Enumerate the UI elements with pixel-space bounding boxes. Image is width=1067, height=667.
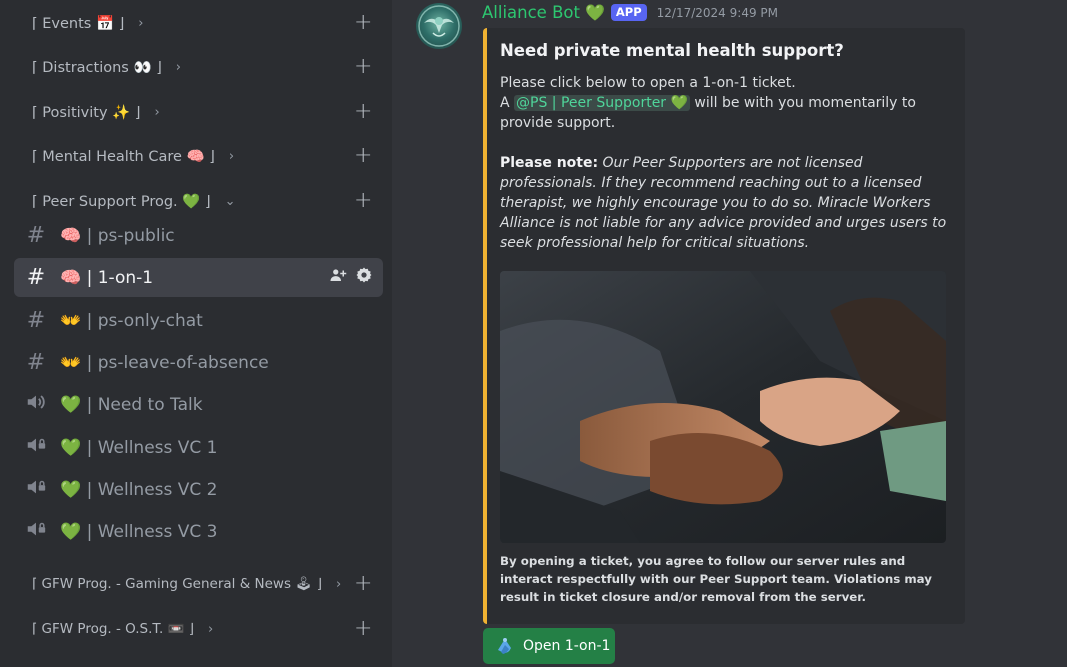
category-peer-support[interactable]: ⌈ Peer Support Prog. 💚 ⌋ ⌄ +: [0, 186, 392, 216]
category-mental-health-care[interactable]: ⌈ Mental Health Care 🧠 ⌋ › +: [0, 141, 392, 171]
channel-label: 💚 | Wellness VC 3: [60, 521, 218, 542]
note-label: Please note:: [500, 155, 599, 171]
channel-1-on-1[interactable]: # 🧠 | 1-on-1: [14, 258, 383, 297]
message-pane: Alliance Bot 💚 APP 12/17/2024 9:49 PM Ne…: [392, 0, 1067, 667]
category-label: ⌈ Mental Health Care 🧠 ⌋: [32, 148, 215, 165]
app-badge: APP: [610, 4, 647, 21]
hash-icon: #: [26, 265, 46, 290]
button-label: Open 1-on-1: [523, 638, 611, 654]
embed-description: Please click below to open a 1-on-1 tick…: [500, 73, 950, 273]
channel-ps-leave-of-absence[interactable]: # 👐 | ps-leave-of-absence: [14, 343, 383, 382]
chevron-right-icon: ›: [154, 104, 160, 120]
category-distractions[interactable]: ⌈ Distractions 👀 ⌋ › +: [0, 52, 392, 82]
category-positivity[interactable]: ⌈ Positivity ✨ ⌋ › +: [0, 97, 392, 127]
gear-icon[interactable]: [355, 266, 373, 289]
category-gfw-gaming[interactable]: ⌈ GFW Prog. - Gaming General & News 🕹 ⌋ ›…: [0, 569, 392, 599]
chevron-down-icon: ⌄: [224, 193, 236, 209]
chevron-right-icon: ›: [336, 576, 342, 592]
channel-ps-public[interactable]: # 🧠 | ps-public: [14, 216, 383, 255]
add-channel-button[interactable]: +: [354, 101, 372, 123]
embed-title: Need private mental health support?: [500, 41, 844, 60]
green-heart-icon: 💚: [584, 3, 605, 22]
embed-footer: By opening a ticket, you agree to follow…: [500, 554, 932, 604]
embed-line2-prefix: A: [500, 95, 515, 111]
channel-sidebar: ⌈ Events 📅 ⌋ › + ⌈ Distractions 👀 ⌋ › + ⌈ …: [0, 0, 392, 667]
channel-label: 💚 | Need to Talk: [60, 394, 203, 415]
message-timestamp: 12/17/2024 9:49 PM: [656, 5, 778, 20]
chevron-right-icon: ›: [138, 15, 144, 31]
bot-avatar[interactable]: [416, 3, 462, 49]
hash-locked-icon: #: [26, 308, 46, 333]
channel-wellness-vc-1[interactable]: 💚 | Wellness VC 1: [14, 428, 383, 467]
role-mention[interactable]: @PS | Peer Supporter 💚: [514, 95, 690, 111]
add-channel-button[interactable]: +: [354, 573, 372, 595]
chevron-right-icon: ›: [207, 621, 214, 637]
speaker-locked-icon: [24, 434, 48, 462]
ticket-hands-icon: [495, 636, 515, 656]
speaker-icon: [24, 391, 48, 419]
chevron-right-icon: ›: [228, 148, 235, 164]
category-label: ⌈ Distractions 👀 ⌋: [32, 59, 162, 76]
add-member-icon[interactable]: [329, 266, 347, 289]
author-name[interactable]: Alliance Bot: [482, 3, 580, 22]
category-gfw-ost[interactable]: ⌈ GFW Prog. - O.S.T. 📼 ⌋ › +: [0, 614, 392, 644]
add-channel-button[interactable]: +: [354, 145, 372, 167]
channel-label: 💚 | Wellness VC 2: [60, 479, 218, 500]
add-channel-button[interactable]: +: [354, 12, 372, 34]
category-label: ⌈ Peer Support Prog. 💚 ⌋: [32, 193, 211, 210]
chevron-right-icon: ›: [175, 59, 181, 75]
channel-label: 👐 | ps-leave-of-absence: [60, 352, 269, 373]
category-label: ⌈ Events 📅 ⌋: [32, 15, 125, 32]
category-events[interactable]: ⌈ Events 📅 ⌋ › +: [0, 8, 392, 38]
hash-locked-icon: #: [26, 350, 46, 375]
category-label: ⌈ Positivity ✨ ⌋: [32, 104, 141, 121]
message-header: Alliance Bot 💚 APP 12/17/2024 9:49 PM: [482, 3, 778, 22]
add-channel-button[interactable]: +: [354, 618, 372, 640]
channel-wellness-vc-3[interactable]: 💚 | Wellness VC 3: [14, 512, 383, 551]
channel-need-to-talk[interactable]: 💚 | Need to Talk: [14, 385, 383, 424]
category-label: ⌈ GFW Prog. - O.S.T. 📼 ⌋: [32, 621, 194, 637]
add-channel-button[interactable]: +: [354, 56, 372, 78]
speaker-locked-icon: [24, 476, 48, 504]
speaker-locked-icon: [24, 518, 48, 546]
channel-wellness-vc-2[interactable]: 💚 | Wellness VC 2: [14, 470, 383, 509]
channel-label: 🧠 | 1-on-1: [60, 267, 154, 288]
embed-card: Need private mental health support? Plea…: [483, 28, 965, 624]
hash-icon: #: [26, 223, 46, 248]
channel-label: 🧠 | ps-public: [60, 225, 175, 246]
channel-label: 💚 | Wellness VC 1: [60, 437, 218, 458]
embed-line1: Please click below to open a 1-on-1 tick…: [500, 75, 796, 91]
embed-image[interactable]: [500, 271, 946, 543]
channel-ps-only-chat[interactable]: # 👐 | ps-only-chat: [14, 301, 383, 340]
category-label: ⌈ GFW Prog. - Gaming General & News 🕹 ⌋: [32, 576, 322, 592]
open-1-on-1-button[interactable]: Open 1-on-1: [483, 628, 615, 664]
add-channel-button[interactable]: +: [354, 190, 372, 212]
channel-label: 👐 | ps-only-chat: [60, 310, 203, 331]
